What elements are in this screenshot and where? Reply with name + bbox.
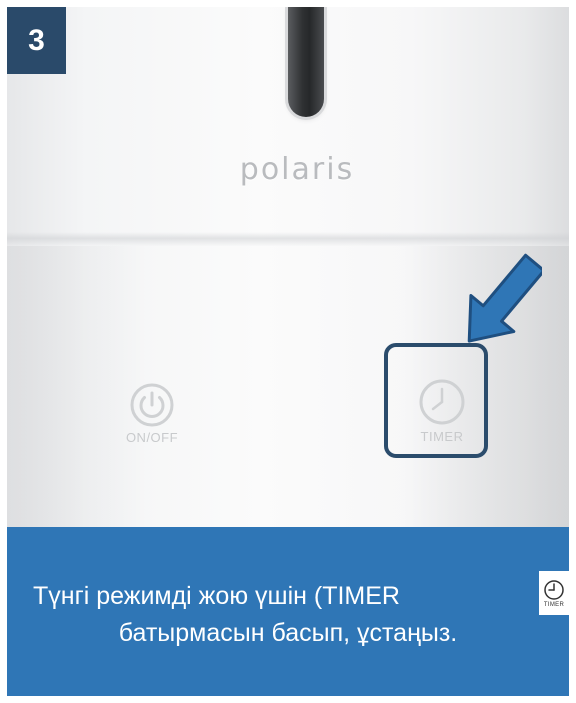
brand-logo: polaris <box>239 152 355 187</box>
clock-icon <box>544 579 564 600</box>
mist-outlet <box>288 7 324 117</box>
onoff-button[interactable]: ON/OFF <box>117 382 187 445</box>
caption-line-1: Түнгі режимді жою үшін (TIMER <box>33 582 400 610</box>
body-seam <box>7 232 569 246</box>
power-icon <box>130 383 174 427</box>
instruction-panel: polaris ON/OFF TIMER 3 Түнгі режимді жою… <box>0 0 576 703</box>
caption-line-2: батырмасын басып, ұстаңыз. <box>118 619 458 647</box>
arrow-icon <box>467 253 542 343</box>
caption-timer-icon: TIMER <box>539 571 569 615</box>
timer-highlight-box <box>384 343 488 458</box>
caption-icon-label: TIMER <box>543 601 565 608</box>
caption-box: Түнгі режимді жою үшін (TIMER TIMER баты… <box>7 527 569 696</box>
step-badge: 3 <box>7 7 66 74</box>
onoff-label: ON/OFF <box>125 430 179 445</box>
